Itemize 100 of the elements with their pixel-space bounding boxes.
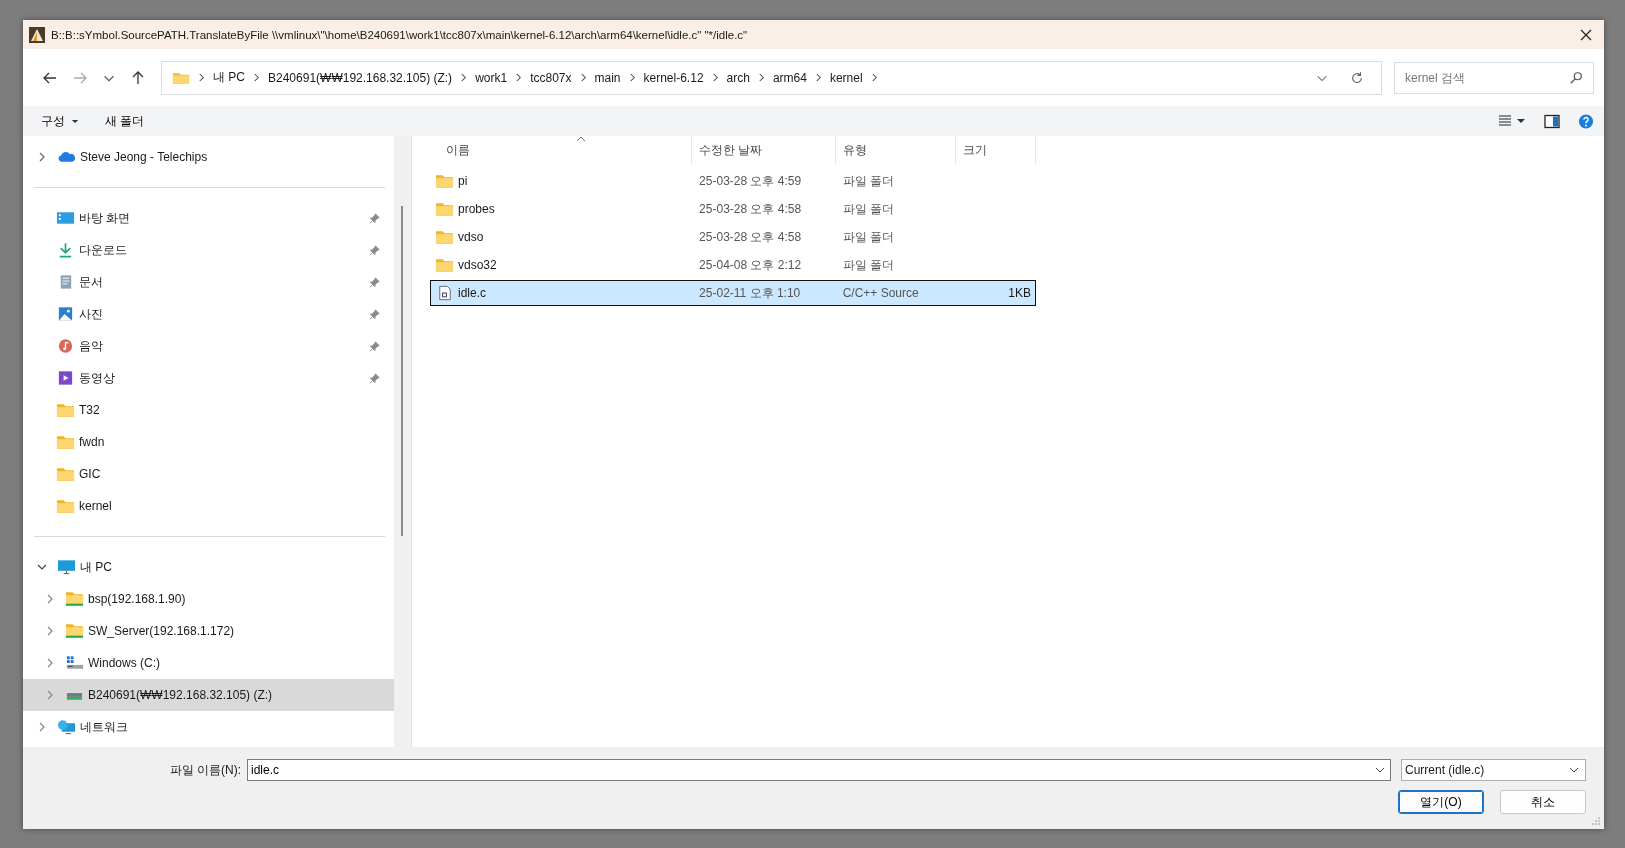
date-cell-text: 25-03-28 오후 4:58 — [698, 200, 803, 218]
address-bar[interactable]: 내 PC B240691(₩₩192.168.32.105) (Z:) work1 tcc807x main kernel-6.12 arch arm64 kernel — [161, 60, 1382, 95]
sidebar-item[interactable]: 네트워크 — [80, 718, 128, 736]
search-field[interactable]: kernel 검색 — [1394, 61, 1594, 94]
breadcrumb-item[interactable]: tcc807x — [530, 70, 572, 85]
file-name: pi — [458, 174, 468, 188]
sidebar-item[interactable]: T32 — [79, 403, 100, 417]
preview-pane-icon[interactable] — [1544, 113, 1560, 129]
new-folder-button[interactable]: 새 폴더 — [99, 109, 151, 133]
type-cell-text: 파일 폴더 — [841, 172, 895, 190]
pin-icon[interactable] — [369, 372, 380, 384]
network-icon — [57, 719, 76, 735]
open-button[interactable]: 열기(O) — [1398, 790, 1484, 814]
chevron-right-icon[interactable] — [37, 152, 47, 162]
view-list-icon[interactable] — [1498, 114, 1526, 128]
scrollbar-thumb[interactable] — [401, 206, 403, 536]
breadcrumb-item[interactable]: kernel-6.12 — [643, 70, 704, 85]
file-name: probes — [458, 202, 495, 216]
window-title: B::B::sYmbol.SourcePATH.TranslateByFile \\vmlinux\"\home\B240691\work1\tcc807x\main\kernel-6.12\arch\arm64\kernel\idle.c" "*/idle.c" — [51, 28, 749, 41]
folder-icon — [56, 434, 75, 450]
sidebar-item[interactable]: bsp(192.168.1.90) — [88, 592, 186, 606]
breadcrumb-item[interactable]: work1 — [475, 70, 508, 85]
desktop-icon — [56, 210, 75, 226]
sidebar-item[interactable]: 내 PC — [80, 558, 112, 576]
sidebar-item[interactable]: 사진 — [79, 305, 103, 323]
caret-icon[interactable] — [71, 118, 79, 124]
sidebar-item[interactable]: B240691(₩₩192.168.32.105) (Z:) — [88, 688, 273, 702]
folder-icon — [435, 229, 454, 245]
folder-icon — [172, 70, 190, 85]
pin-icon[interactable] — [369, 276, 380, 288]
triangle-logo-icon — [29, 26, 45, 43]
chevron-down-icon[interactable] — [1569, 767, 1579, 773]
file-row[interactable]: idle.c 25-02-11 오후 1:10 C/C++ Source 1KB — [430, 280, 1036, 306]
chevron-right-icon[interactable] — [198, 73, 205, 82]
sidebar-item[interactable]: 다운로드 — [79, 241, 127, 259]
cancel-button[interactable]: 취소 — [1500, 790, 1586, 814]
up-arrow-icon[interactable] — [130, 69, 146, 86]
folder-icon — [56, 402, 75, 418]
chevron-right-icon[interactable] — [253, 73, 260, 82]
file-name-field[interactable]: idle.c — [247, 759, 1391, 781]
sidebar-item[interactable]: 바탕 화면 — [79, 209, 131, 227]
column-header[interactable]: 이름 — [430, 136, 692, 164]
size-cell-text: 1KB — [1007, 286, 1032, 300]
date-cell-text: 25-03-28 오후 4:58 — [698, 228, 803, 246]
breadcrumb-item[interactable]: kernel — [829, 70, 863, 85]
chevron-right-icon[interactable] — [711, 73, 719, 82]
chevron-right-icon[interactable] — [515, 73, 523, 82]
sidebar-item[interactable]: SW_Server(192.168.1.172) — [88, 624, 235, 638]
resize-grip-icon[interactable] — [1591, 816, 1601, 826]
chevron-right-icon[interactable] — [579, 73, 587, 82]
shared-folder-icon — [65, 591, 84, 607]
close-icon[interactable] — [1580, 28, 1592, 41]
chevron-right-icon[interactable] — [628, 73, 636, 82]
file-row[interactable]: vdso32 25-04-08 오후 2:12 파일 폴더 — [430, 252, 1036, 278]
sidebar-item[interactable]: fwdn — [79, 435, 105, 449]
folder-icon — [56, 498, 75, 514]
type-cell-text: 파일 폴더 — [841, 228, 895, 246]
sidebar-item[interactable]: kernel — [79, 499, 112, 513]
folder-icon — [56, 466, 75, 482]
chevron-right-icon[interactable] — [757, 73, 765, 82]
breadcrumb-item[interactable]: main — [594, 70, 621, 85]
sidebar-item[interactable]: 음악 — [79, 337, 103, 355]
refresh-icon[interactable] — [1350, 70, 1364, 85]
sidebar-item[interactable]: Steve Jeong - Telechips — [80, 150, 208, 164]
chevron-right-icon[interactable] — [460, 73, 468, 82]
breadcrumb-item[interactable]: 내 PC — [213, 69, 245, 86]
breadcrumb-item[interactable]: B240691(₩₩192.168.32.105) (Z:) — [268, 70, 453, 85]
column-header[interactable]: 유형 — [836, 136, 956, 164]
monitor-icon — [57, 559, 76, 575]
file-row[interactable]: vdso 25-03-28 오후 4:58 파일 폴더 — [430, 224, 1036, 250]
selected-row-highlight[interactable]: B240691(₩₩192.168.32.105) (Z:) — [23, 679, 394, 711]
file-name-label: 파일 이름(N): — [168, 761, 242, 779]
chevron-icon[interactable] — [37, 562, 47, 572]
chevron-down-icon[interactable] — [1375, 767, 1385, 773]
organize-button[interactable]: 구성 — [35, 109, 85, 133]
film-icon — [56, 370, 75, 386]
breadcrumb-item[interactable]: arch — [726, 70, 750, 85]
pin-icon[interactable] — [369, 244, 380, 256]
sidebar-item[interactable]: 동영상 — [79, 369, 115, 387]
sidebar-item[interactable]: Windows (C:) — [88, 656, 160, 670]
file-row[interactable]: probes 25-03-28 오후 4:58 파일 폴더 — [430, 196, 1036, 222]
type-cell-text: 파일 폴더 — [841, 200, 895, 218]
file-row[interactable]: pi 25-03-28 오후 4:59 파일 폴더 — [430, 168, 1036, 194]
cloud-icon — [57, 149, 76, 165]
file-name: idle.c — [458, 286, 486, 300]
pin-icon[interactable] — [369, 340, 380, 352]
pin-icon[interactable] — [369, 212, 380, 224]
pin-icon[interactable] — [369, 308, 380, 320]
sidebar-item[interactable]: GIC — [79, 467, 101, 481]
file-type-dropdown[interactable]: Current (idle.c) — [1401, 759, 1586, 781]
column-header[interactable]: 크기 — [956, 136, 1036, 164]
sort-caret-icon[interactable] — [576, 136, 586, 142]
column-header[interactable]: 수정한 날짜 — [692, 136, 836, 164]
picture-icon — [56, 306, 75, 322]
chevron-right-icon[interactable] — [814, 73, 822, 82]
help-icon[interactable] — [1578, 113, 1594, 129]
breadcrumb-item[interactable]: arm64 — [772, 70, 807, 85]
sidebar-item[interactable]: 문서 — [79, 273, 103, 291]
chevron-right-icon[interactable] — [870, 73, 878, 82]
file-name: vdso32 — [458, 258, 497, 272]
